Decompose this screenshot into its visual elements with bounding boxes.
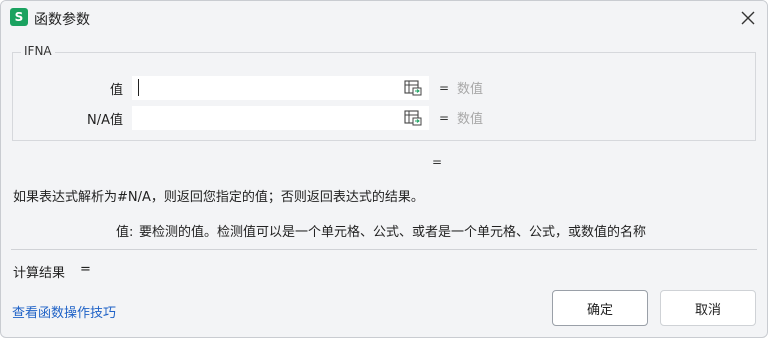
function-description: 如果表达式解析为#N/A，则返回您指定的值；否则返回表达式的结果。: [13, 190, 424, 205]
arg-equals-sign: =: [439, 111, 450, 125]
title-bar[interactable]: S 函数参数: [1, 1, 767, 35]
arg-help-name: 值:: [116, 225, 134, 240]
arg-input-value[interactable]: [132, 76, 429, 100]
text-caret: [138, 79, 139, 96]
cancel-button[interactable]: 取消: [660, 290, 756, 326]
ok-button[interactable]: 确定: [552, 290, 648, 326]
arg-equals-sign: =: [439, 81, 450, 95]
close-icon: [741, 11, 755, 25]
arg-help-text: 要检测的值。检测值可以是一个单元格、公式、或者是一个单元格、公式，或数值的名称: [139, 225, 647, 240]
range-select-icon[interactable]: [404, 80, 422, 96]
arg-label-value: 值: [109, 83, 123, 98]
range-select-icon[interactable]: [404, 110, 422, 126]
arg-type-hint: 数值: [457, 82, 484, 97]
function-arguments-dialog: S 函数参数 IFNA 值 = 数值 N/A值 = 数值 = 如果表达式解析为#…: [0, 0, 768, 338]
arg-type-hint: 数值: [457, 112, 484, 127]
function-tips-link[interactable]: 查看函数操作技巧: [12, 302, 116, 321]
function-name: IFNA: [21, 44, 55, 58]
divider: [11, 249, 757, 250]
arg-input-na-value[interactable]: [132, 106, 429, 130]
wps-spreadsheet-icon: S: [10, 8, 28, 26]
calc-result-equals: =: [80, 262, 91, 277]
dialog-title: 函数参数: [34, 12, 90, 28]
calc-result-label: 计算结果: [13, 266, 66, 281]
arg-label-na-value: N/A值: [87, 113, 123, 128]
formula-result-equals: =: [432, 155, 443, 169]
close-button[interactable]: [734, 5, 762, 31]
